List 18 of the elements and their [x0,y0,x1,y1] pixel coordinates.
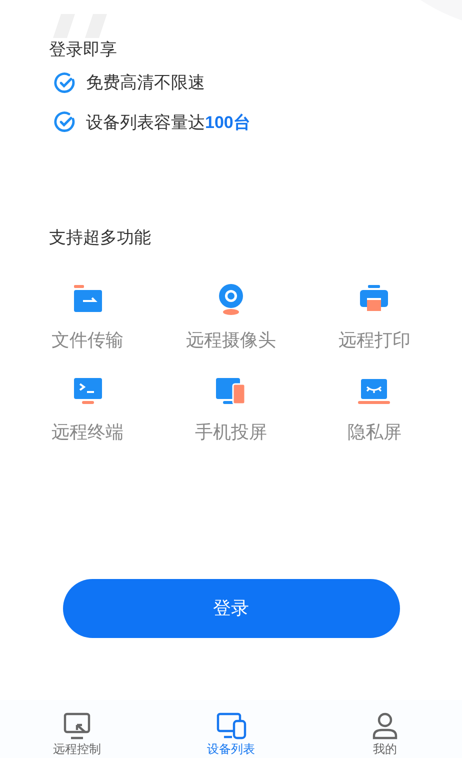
benefit-text: 设备列表容量达100台 [86,112,250,134]
monitor-cursor-icon [61,711,93,741]
feature-item[interactable]: 远程打印 [302,281,446,353]
check-circle-icon [54,72,76,94]
tab-item[interactable]: 远程控制 [0,700,154,758]
feature-item[interactable]: 手机投屏 [159,373,303,445]
feature-item[interactable]: 远程摄像头 [159,281,303,353]
section-title: 支持超多功能 [49,227,151,249]
feature-item[interactable]: 隐私屏 [302,373,446,445]
login-button[interactable]: 登录 [62,579,400,638]
section-title: 登录即享 [49,40,117,60]
check-circle-icon [54,111,76,134]
tab-item[interactable]: 设备列表 [154,700,308,758]
feature-item[interactable]: 远程终端 [16,373,160,445]
benefit-text: 免费高清不限速 [86,72,205,94]
feature-item[interactable]: 文件传输 [16,281,160,353]
tab-item[interactable]: 我的 [308,700,462,758]
devices-icon [215,711,247,741]
